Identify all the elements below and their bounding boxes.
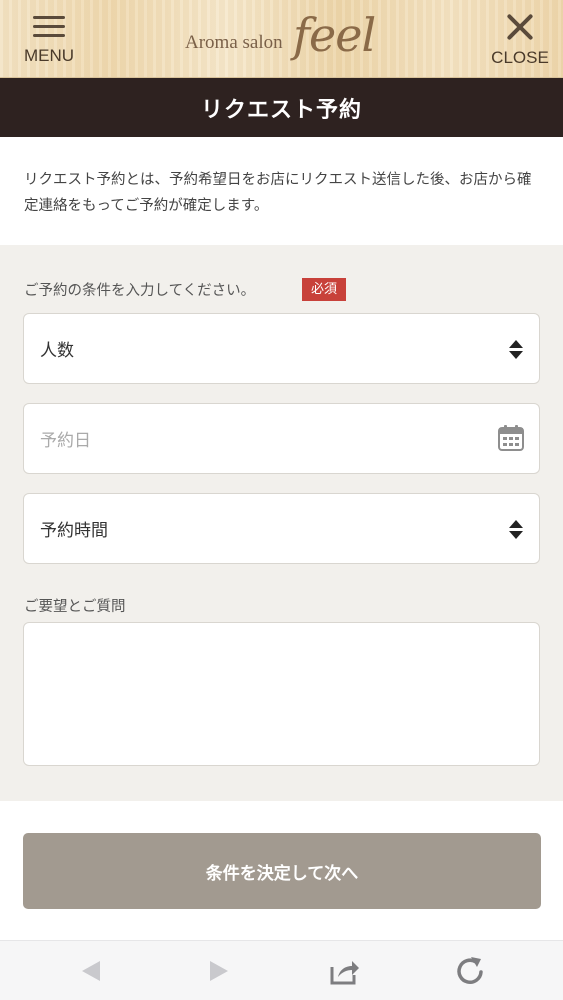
people-select[interactable]: 人数 [23,313,540,384]
page-title-bar: リクエスト予約 [0,78,563,137]
date-input[interactable]: 予約日 [23,403,540,474]
close-label: CLOSE [491,48,549,67]
required-badge: 必須 [302,278,346,301]
site-header: MENU Aroma salon feel CLOSE [0,0,563,78]
close-icon [505,12,535,42]
logo-wordmark: feel [293,8,376,62]
time-select[interactable]: 予約時間 [23,493,540,564]
forward-icon[interactable] [202,955,234,987]
select-arrows-icon [509,340,523,360]
date-input-placeholder: 予約日 [40,431,91,451]
request-textarea[interactable] [23,622,540,766]
back-icon[interactable] [74,955,106,987]
close-button[interactable]: CLOSE [489,10,551,70]
intro-text: リクエスト予約とは、予約希望日をお店にリクエスト送信した後、お店から確定連絡をも… [0,137,563,245]
share-icon[interactable] [328,955,360,987]
reload-icon[interactable] [454,955,486,987]
select-arrows-icon [509,520,523,540]
people-select-value: 人数 [40,341,74,361]
time-select-value: 予約時間 [40,521,108,541]
logo-subtitle: Aroma salon [185,32,283,53]
menu-button[interactable]: MENU [18,10,80,70]
condition-label: ご予約の条件を入力してください。 [24,283,256,299]
calendar-icon [498,425,524,451]
hamburger-icon [33,14,65,40]
submit-button[interactable]: 条件を決定して次へ [23,833,541,909]
page-title: リクエスト予約 [200,97,362,123]
browser-toolbar [0,940,563,1000]
request-label: ご要望とご質問 [24,599,126,615]
menu-label: MENU [23,46,75,65]
salon-logo[interactable]: Aroma salon feel [185,8,385,74]
reservation-form: ご予約の条件を入力してください。 必須 人数 予約日 予約時間 ご要望とご質問 [0,245,563,801]
